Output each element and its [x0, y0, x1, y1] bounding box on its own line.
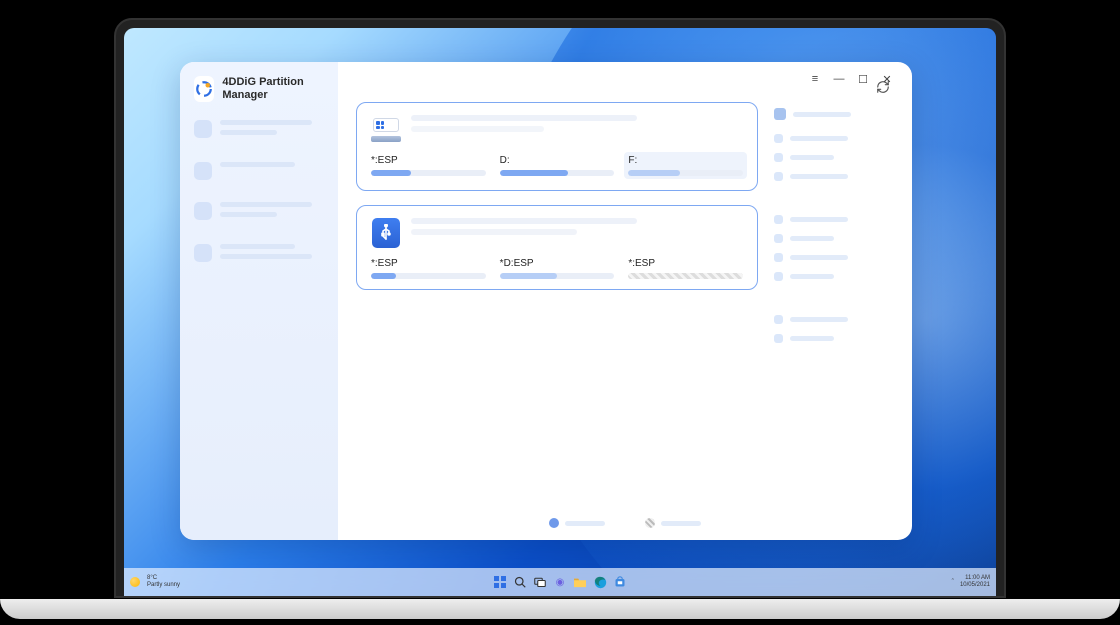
sidebar-item-icon	[194, 202, 212, 220]
chat-icon[interactable]: ◉	[552, 574, 568, 590]
partition-label: *:ESP	[628, 258, 743, 269]
app-logo-icon	[194, 76, 214, 102]
minimize-button[interactable]: —	[832, 72, 846, 86]
right-action[interactable]	[774, 234, 894, 243]
desktop-screen: 4DDiG Partition Manager	[124, 28, 996, 596]
sidebar-item-icon	[194, 244, 212, 262]
partition-label: *:ESP	[371, 258, 486, 269]
sidebar-item[interactable]	[194, 162, 324, 180]
close-button[interactable]: ✕	[880, 72, 894, 86]
sidebar-item-label	[220, 202, 324, 222]
store-icon[interactable]	[612, 574, 628, 590]
right-actions-panel	[774, 102, 894, 510]
sidebar-item[interactable]	[194, 202, 324, 222]
legend	[356, 510, 894, 530]
weather-widget[interactable]: 8°C Partly sunny	[147, 575, 180, 588]
partition-unallocated[interactable]: *:ESP	[628, 258, 743, 279]
disk-title	[411, 218, 743, 240]
partition-selected[interactable]: F:	[624, 152, 747, 179]
legend-dot-icon	[549, 518, 559, 528]
brand: 4DDiG Partition Manager	[194, 76, 324, 102]
partition[interactable]: D:	[500, 155, 615, 180]
temperature: 8°C	[147, 575, 180, 582]
clock[interactable]: 11:00 AM 10/05/2021	[960, 575, 990, 588]
taskview-icon[interactable]	[532, 574, 548, 590]
sidebar-item-label	[220, 244, 324, 264]
weather-text: Partly sunny	[147, 582, 180, 589]
partition-label: *:ESP	[371, 155, 486, 166]
taskbar-center: ◉	[492, 574, 628, 590]
sidebar-item[interactable]	[194, 244, 324, 264]
right-action[interactable]	[774, 272, 894, 281]
app-title: 4DDiG Partition Manager	[222, 76, 324, 102]
app-window: 4DDiG Partition Manager	[180, 62, 912, 540]
legend-dot-icon	[645, 518, 655, 528]
date: 10/05/2021	[960, 582, 990, 589]
right-action[interactable]	[774, 253, 894, 262]
right-action[interactable]	[774, 134, 894, 143]
right-action[interactable]	[774, 108, 894, 120]
legend-allocated	[549, 518, 605, 528]
usb-disk-icon	[371, 218, 401, 248]
right-action[interactable]	[774, 172, 894, 181]
taskbar[interactable]: 8°C Partly sunny ◉	[124, 568, 996, 596]
partition[interactable]: *D:ESP	[500, 258, 615, 279]
right-action[interactable]	[774, 315, 894, 324]
start-icon[interactable]	[492, 574, 508, 590]
partition[interactable]: *:ESP	[371, 155, 486, 180]
partition[interactable]: *:ESP	[371, 258, 486, 279]
right-action[interactable]	[774, 334, 894, 343]
laptop-base	[0, 599, 1120, 619]
partition-row: *:ESP D: F:	[371, 155, 743, 180]
partition-row: *:ESP *D:ESP *:ESP	[371, 258, 743, 279]
partition-label: F:	[628, 155, 743, 166]
internal-disk-icon	[371, 115, 401, 145]
maximize-button[interactable]: ☐	[856, 72, 870, 86]
laptop-frame: 4DDiG Partition Manager	[114, 18, 1006, 598]
sidebar-item-icon	[194, 120, 212, 138]
main-panel: ≡ — ☐ ✕	[338, 62, 912, 540]
disk-title	[411, 115, 743, 137]
right-action[interactable]	[774, 215, 894, 224]
weather-icon	[130, 577, 140, 587]
sidebar-item-label	[220, 162, 324, 172]
sidebar-item-label	[220, 120, 324, 140]
disk-card[interactable]: *:ESP *D:ESP *:ESP	[356, 205, 758, 290]
partition-label: *D:ESP	[500, 258, 615, 269]
tray-expand-icon[interactable]: ˆ	[952, 579, 954, 586]
partition-label: D:	[500, 155, 615, 166]
explorer-icon[interactable]	[572, 574, 588, 590]
edge-icon[interactable]	[592, 574, 608, 590]
right-action[interactable]	[774, 153, 894, 162]
window-controls: ≡ — ☐ ✕	[808, 72, 894, 86]
menu-button[interactable]: ≡	[808, 72, 822, 86]
sidebar-item-icon	[194, 162, 212, 180]
sidebar: 4DDiG Partition Manager	[180, 62, 338, 540]
disk-card[interactable]: *:ESP D: F:	[356, 102, 758, 191]
legend-unallocated	[645, 518, 701, 528]
sidebar-item[interactable]	[194, 120, 324, 140]
time: 11:00 AM	[965, 575, 990, 582]
search-icon[interactable]	[512, 574, 528, 590]
